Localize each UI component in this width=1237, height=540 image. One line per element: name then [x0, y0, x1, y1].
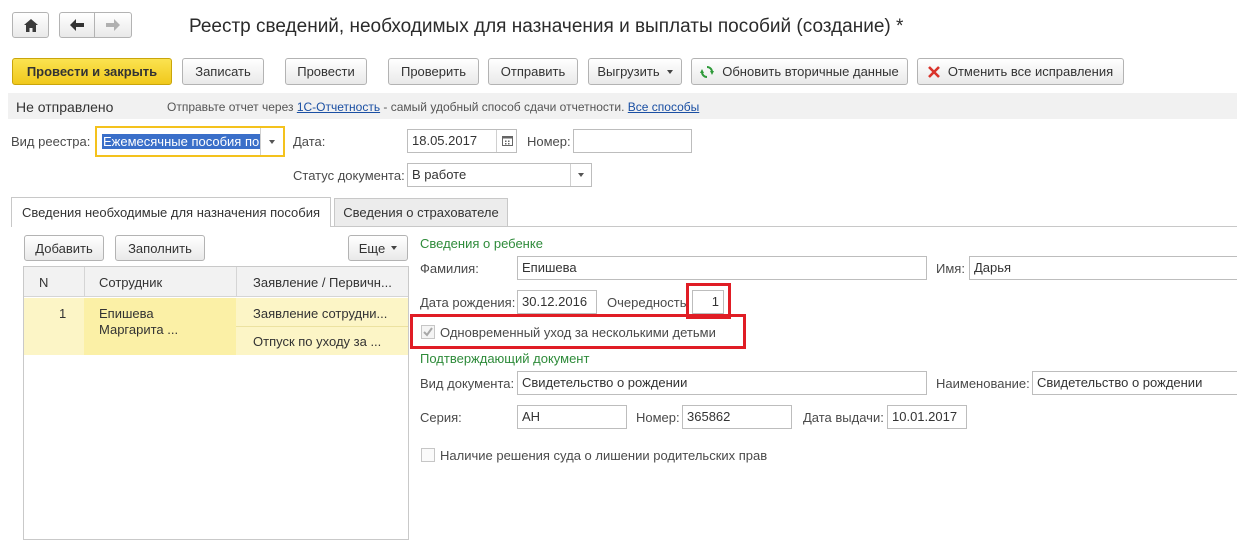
highlight-simultaneous [410, 314, 746, 349]
status-hint-prefix: Отправьте отчет через [167, 100, 297, 114]
issue-date-label: Дата выдачи: [803, 410, 884, 425]
reporting-link[interactable]: 1С-Отчетность [297, 100, 380, 114]
confirm-doc-section-title: Подтверждающий документ [420, 351, 590, 366]
more-button[interactable]: Еще [348, 235, 408, 261]
column-divider [84, 267, 85, 297]
home-button[interactable] [12, 12, 49, 38]
arrow-right-icon [106, 19, 120, 31]
tab-benefit-info[interactable]: Сведения необходимые для назначения посо… [11, 197, 331, 227]
employees-table: N Сотрудник Заявление / Первичн... 1 Епи… [23, 266, 409, 540]
birth-date-label: Дата рождения: [420, 295, 516, 310]
doc-number-label: Номер: [636, 410, 680, 425]
registry-type-select[interactable]: Ежемесячные пособия по [95, 126, 285, 157]
name-field[interactable]: Дарья [969, 256, 1237, 280]
doc-type-label: Вид документа: [420, 376, 515, 391]
send-button[interactable]: Отправить [488, 58, 578, 85]
series-label: Серия: [420, 410, 462, 425]
export-button[interactable]: Выгрузить [588, 58, 682, 85]
row-employee-line1: Епишева [99, 306, 154, 321]
chevron-down-icon [578, 173, 584, 177]
fill-button[interactable]: Заполнить [115, 235, 205, 261]
post-button[interactable]: Провести [285, 58, 367, 85]
issue-date-field[interactable]: 10.01.2017 [887, 405, 967, 429]
calendar-icon [502, 136, 513, 146]
status-hint-suffix: - самый удобный способ сдачи отчетности. [380, 100, 625, 114]
doc-status-label: Статус документа: [293, 168, 405, 183]
cancel-fixes-label: Отменить все исправления [947, 64, 1114, 79]
column-divider [236, 267, 237, 297]
surname-label: Фамилия: [420, 261, 479, 276]
cancel-fixes-button[interactable]: Отменить все исправления [917, 58, 1124, 85]
registry-type-value: Ежемесячные пособия по [102, 134, 261, 149]
table-row[interactable]: 1 Епишева Маргарита ... Заявление сотруд… [24, 298, 408, 355]
registry-type-dropdown[interactable] [260, 128, 283, 155]
doc-status-value: В работе [412, 167, 467, 182]
home-icon [23, 18, 38, 32]
surname-field[interactable]: Епишева [517, 256, 927, 280]
column-header-n[interactable]: N [39, 275, 48, 290]
refresh-secondary-label: Обновить вторичные данные [722, 64, 899, 79]
row-doc-application: Заявление сотрудни... [253, 306, 388, 321]
column-header-application[interactable]: Заявление / Первичн... [253, 275, 392, 290]
all-ways-link[interactable]: Все способы [628, 100, 700, 114]
export-button-label: Выгрузить [597, 64, 660, 79]
add-button[interactable]: Добавить [24, 235, 104, 261]
post-and-close-button[interactable]: Провести и закрыть [12, 58, 172, 85]
number-field[interactable] [573, 129, 692, 153]
column-header-employee[interactable]: Сотрудник [99, 275, 162, 290]
row-employee-line2: Маргарита ... [99, 322, 179, 337]
name-label: Имя: [936, 261, 965, 276]
doc-number-field[interactable]: 365862 [682, 405, 792, 429]
series-field[interactable]: АН [517, 405, 627, 429]
status-hint: Отправьте отчет через 1С-Отчетность - са… [167, 100, 699, 114]
refresh-secondary-button[interactable]: Обновить вторичные данные [691, 58, 908, 85]
doc-name-field[interactable]: Свидетельство о рождении [1032, 371, 1237, 395]
doc-name-label: Наименование: [936, 376, 1030, 391]
doc-status-dropdown[interactable] [570, 164, 591, 186]
date-value: 18.05.2017 [412, 133, 478, 148]
doc-status-select[interactable]: В работе [407, 163, 592, 187]
check-button[interactable]: Проверить [388, 58, 479, 85]
chevron-down-icon [666, 69, 673, 74]
row-doc-leave: Отпуск по уходу за ... [253, 334, 382, 349]
order-label: Очередность [607, 295, 687, 310]
arrow-left-icon [70, 19, 84, 31]
chevron-down-icon [391, 246, 398, 250]
court-decision-label: Наличие решения суда о лишении родительс… [440, 448, 768, 463]
child-section-title: Сведения о ребенке [420, 236, 543, 251]
chevron-down-icon [269, 140, 275, 144]
status-text: Не отправлено [16, 99, 114, 115]
row-number: 1 [59, 306, 67, 321]
date-label: Дата: [293, 134, 326, 149]
save-button[interactable]: Записать [182, 58, 264, 85]
row-sub-divider [236, 326, 408, 327]
calendar-button[interactable] [496, 130, 516, 152]
refresh-icon [700, 65, 715, 78]
more-button-label: Еще [358, 240, 386, 256]
birth-date-field[interactable]: 30.12.2016 [517, 290, 597, 314]
back-button[interactable] [59, 12, 95, 38]
court-decision-checkbox[interactable] [421, 448, 435, 462]
registry-type-label: Вид реестра: [11, 134, 91, 149]
number-label: Номер: [527, 134, 571, 149]
page-title: Реестр сведений, необходимых для назначе… [189, 16, 904, 37]
tab-insurer-info[interactable]: Сведения о страхователе [334, 198, 508, 226]
close-red-icon [927, 65, 940, 78]
table-header: N Сотрудник Заявление / Первичн... [24, 267, 408, 297]
forward-button[interactable] [94, 12, 132, 38]
doc-type-field[interactable]: Свидетельство о рождении [517, 371, 927, 395]
